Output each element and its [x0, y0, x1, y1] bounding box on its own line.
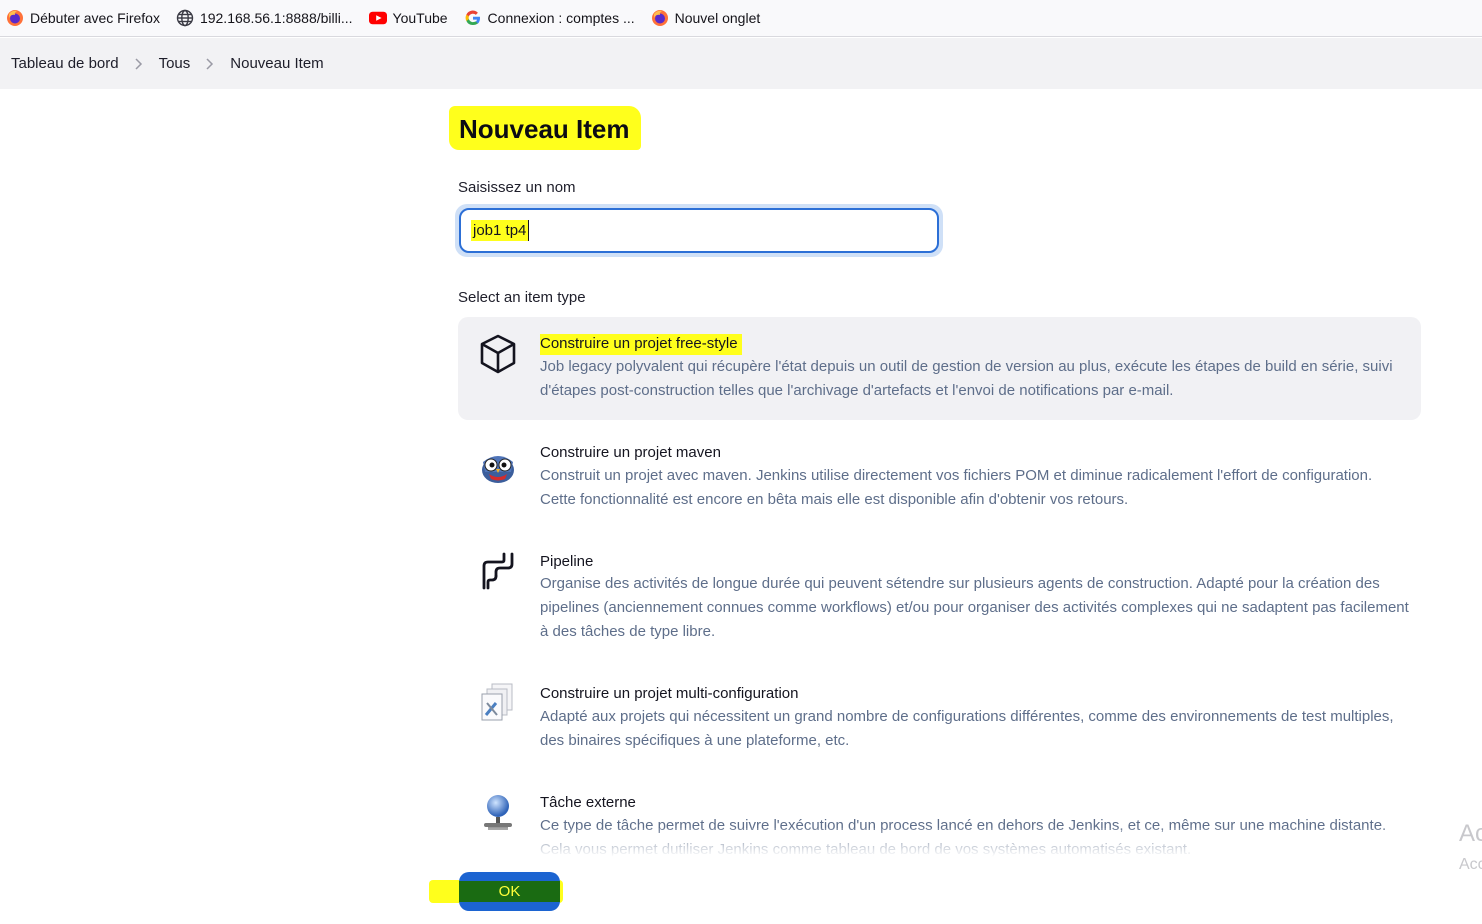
breadcrumb: Tableau de bord Tous Nouveau Item: [0, 38, 1482, 89]
maven-owl-icon: [476, 444, 520, 488]
breadcrumb-all[interactable]: Tous: [159, 55, 191, 72]
bookmark-label: Nouvel onglet: [674, 10, 761, 26]
activation-watermark-sub: Acc: [1459, 856, 1482, 873]
ok-button[interactable]: OK: [459, 872, 560, 911]
item-name-input[interactable]: job1 tp4: [459, 208, 939, 253]
page-title: Nouveau Item: [459, 114, 630, 144]
google-icon: [464, 9, 482, 27]
item-name: Construire un projet maven: [540, 444, 721, 461]
item-name: Tâche externe: [540, 794, 636, 811]
item-description: Job legacy polyvalent qui récupère l'éta…: [540, 358, 1393, 399]
bookmark-label: Débuter avec Firefox: [30, 10, 160, 26]
item-name-highlight-wrap: Construire un projet free-style: [540, 334, 742, 355]
chevron-right-icon: [190, 57, 230, 70]
bookmark-label: YouTube: [392, 10, 448, 26]
breadcrumb-new-item[interactable]: Nouveau Item: [230, 55, 323, 72]
item-description: Adapté aux projets qui nécessitent un gr…: [540, 708, 1394, 749]
item-type-maven[interactable]: Construire un projet maven Construit un …: [458, 428, 1421, 528]
bookmark-nouvel-onglet[interactable]: Nouvel onglet: [651, 9, 761, 27]
bookmark-google-connexion[interactable]: Connexion : comptes ...: [464, 9, 635, 27]
firefox-icon: [651, 9, 669, 27]
pipeline-icon: [476, 549, 520, 593]
globe-icon: [176, 9, 194, 27]
item-name-value: job1 tp4: [471, 220, 530, 241]
item-description: Organise des activités de longue durée q…: [540, 575, 1409, 640]
ok-button-label: OK: [498, 883, 521, 900]
item-name: Pipeline: [540, 553, 594, 570]
name-field-label: Saisissez un nom: [458, 179, 576, 196]
breadcrumb-dashboard[interactable]: Tableau de bord: [11, 55, 119, 72]
firefox-icon: [6, 9, 24, 27]
item-type-freestyle[interactable]: Construire un projet free-style Job lega…: [458, 317, 1421, 420]
item-name: Construire un projet free-style: [540, 334, 742, 355]
item-type-pipeline[interactable]: Pipeline Organise des activités de longu…: [458, 537, 1421, 657]
youtube-icon: [368, 9, 387, 27]
cube-icon: [476, 332, 520, 376]
bookmarks-toolbar: Débuter avec Firefox 192.168.56.1:8888/b…: [0, 0, 1482, 37]
bookmark-youtube[interactable]: YouTube: [368, 9, 448, 27]
bookmark-billing[interactable]: 192.168.56.1:8888/billi...: [176, 9, 353, 27]
item-type-multi-configuration[interactable]: Construire un projet multi-configuration…: [458, 669, 1421, 769]
activation-watermark: Ac: [1459, 820, 1482, 847]
chevron-right-icon: [119, 57, 159, 70]
multi-config-icon: [476, 681, 520, 725]
item-type-label: Select an item type: [458, 289, 586, 306]
item-name: Construire un projet multi-configuration: [540, 685, 799, 702]
bottom-bar: [430, 828, 1482, 924]
bookmark-label: 192.168.56.1:8888/billi...: [199, 10, 353, 26]
item-description: Construit un projet avec maven. Jenkins …: [540, 467, 1373, 508]
bookmark-label: Connexion : comptes ...: [487, 10, 635, 26]
bookmark-debuter-firefox[interactable]: Débuter avec Firefox: [6, 9, 160, 27]
